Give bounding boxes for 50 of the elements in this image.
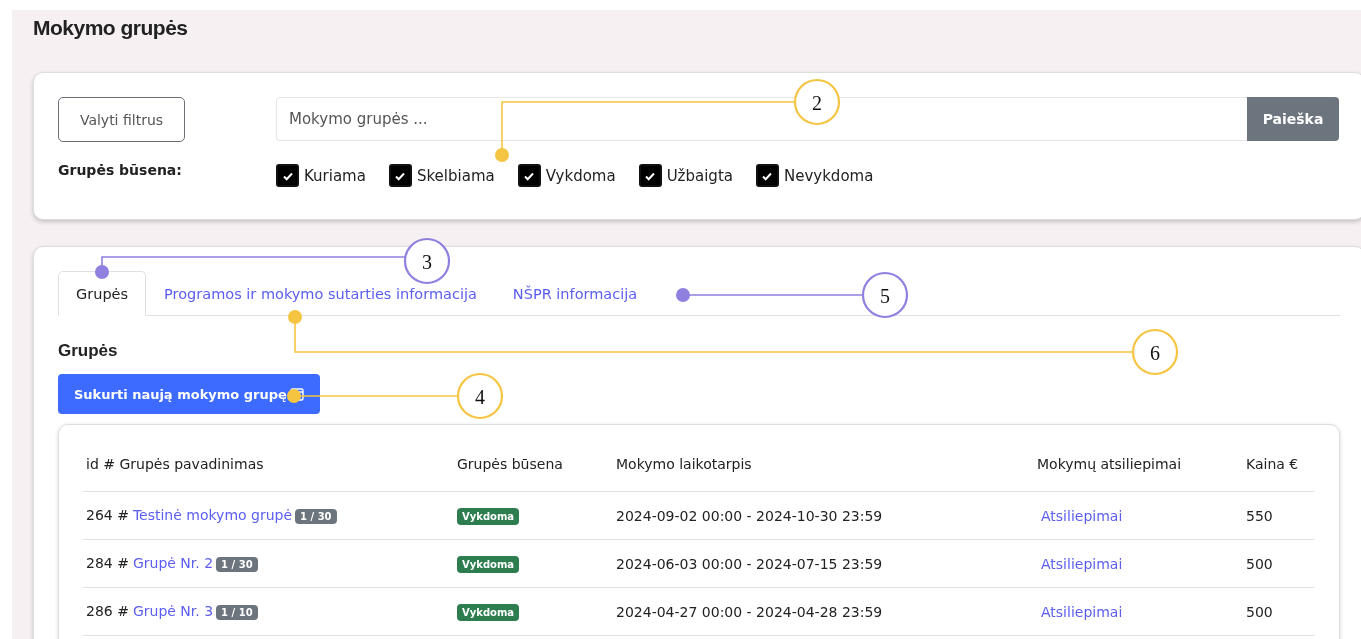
page-title: Mokymo grupės (33, 15, 189, 41)
checkbox-label: Užbaigta (666, 166, 733, 185)
column-header: Kaina € (1243, 437, 1315, 492)
checkbox-label: Kuriama (304, 166, 366, 185)
group-link[interactable]: Grupė Nr. 3 (132, 603, 214, 619)
group-id: 284 # (86, 555, 129, 571)
create-group-button[interactable]: Sukurti naują mokymo grupę (58, 374, 320, 414)
callout-number: 3 (422, 251, 432, 273)
group-link[interactable]: Grupė Nr. 2 (132, 555, 214, 571)
table-cell: 500 (1243, 539, 1315, 588)
feedback-link[interactable]: Atsiliepimai (1041, 507, 1123, 524)
tab[interactable]: Programos ir mokymo sutarties informacija (146, 271, 495, 316)
group-id: 264 # (86, 507, 129, 523)
feedback-link[interactable]: Atsiliepimai (1041, 555, 1123, 572)
tab[interactable]: NŠPR informacija (494, 271, 656, 316)
status-badge: Vykdoma (457, 603, 520, 621)
column-header: Mokymo laikotarpis (613, 437, 1034, 492)
count-badge: 1 / 10 (216, 605, 258, 620)
checkbox[interactable] (276, 164, 299, 187)
callout-number: 5 (880, 285, 890, 307)
group-link[interactable]: Testinė mokymo grupė (132, 507, 293, 523)
status-badge: Vykdoma (457, 507, 520, 525)
callout-number: 6 (1150, 342, 1160, 364)
checkbox[interactable] (388, 164, 412, 187)
checkbox[interactable] (755, 164, 779, 187)
column-header: Grupės būsena (454, 437, 613, 492)
tab[interactable]: Grupės (58, 271, 147, 316)
checkbox-label: Nevykdoma (783, 166, 874, 185)
checkbox-label: Vykdoma (545, 166, 616, 185)
status-label: Grupės būsena: (58, 162, 182, 178)
group-id: 286 # (86, 603, 129, 619)
clear-filters-button[interactable]: Valyti filtrus (58, 97, 185, 142)
table-cell: 500 (1243, 587, 1315, 636)
search-button[interactable]: Paieška (1247, 97, 1339, 141)
checkbox[interactable] (638, 164, 662, 187)
callout-number: 4 (475, 386, 485, 408)
checkbox-label: Skelbiama (416, 166, 495, 185)
count-badge: 1 / 30 (216, 557, 258, 572)
count-badge: 1 / 30 (295, 509, 337, 524)
section-title: Grupės (58, 340, 118, 362)
feedback-link[interactable]: Atsiliepimai (1041, 603, 1123, 620)
table-cell: 2024-09-02 00:00 - 2024-10-30 23:59 (613, 491, 1034, 540)
checkbox[interactable] (517, 164, 541, 187)
status-badge: Vykdoma (457, 555, 520, 573)
table-cell: 550 (1243, 491, 1315, 540)
table-cell: 2024-06-03 00:00 - 2024-07-15 23:59 (613, 539, 1034, 588)
calendar-plus-icon (289, 387, 304, 401)
table-cell: 2024-04-27 00:00 - 2024-04-28 23:59 (613, 587, 1034, 636)
column-header: Mokymų atsiliepimai (1034, 437, 1243, 492)
column-header: id # Grupės pavadinimas (83, 437, 454, 492)
